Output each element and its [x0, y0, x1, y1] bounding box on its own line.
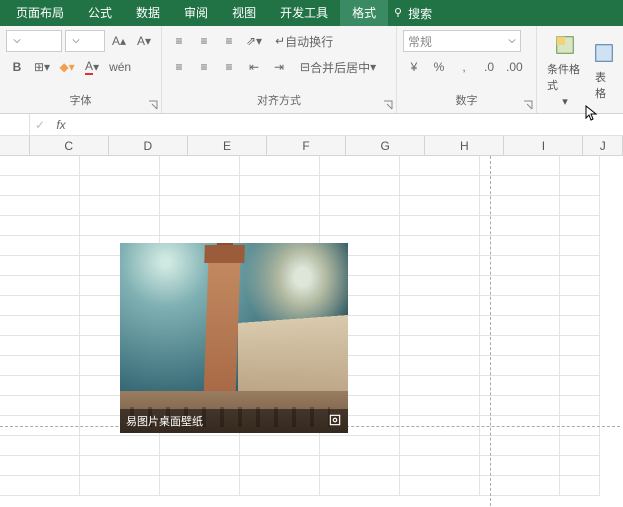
- tab-formula[interactable]: 公式: [76, 0, 124, 26]
- wrap-text-label: 自动换行: [285, 33, 333, 50]
- image-caption: 易图片桌面壁纸: [126, 413, 203, 429]
- formula-bar: ✓ fx: [0, 114, 623, 136]
- align-center-button[interactable]: ≡: [193, 56, 215, 78]
- conditional-format-button[interactable]: 条件格式▾: [543, 30, 587, 112]
- tab-review[interactable]: 审阅: [172, 0, 220, 26]
- number-dialog-launcher[interactable]: [522, 99, 534, 111]
- page-break-vertical: [490, 156, 491, 506]
- col-header[interactable]: E: [188, 136, 267, 155]
- tab-view[interactable]: 视图: [220, 0, 268, 26]
- ribbon-tab-bar: 页面布局 公式 数据 审阅 视图 开发工具 格式 搜索: [0, 0, 623, 26]
- select-all-corner[interactable]: [0, 136, 30, 155]
- increase-indent-button[interactable]: ⇥: [268, 56, 290, 78]
- comma-button[interactable]: ,: [453, 56, 475, 78]
- align-top-button[interactable]: ≡: [168, 30, 190, 52]
- col-header[interactable]: H: [425, 136, 504, 155]
- expand-icon[interactable]: [328, 413, 342, 430]
- align-right-button[interactable]: ≡: [218, 56, 240, 78]
- merge-center-button[interactable]: ⊟ 合并后居中▾: [293, 56, 383, 78]
- col-header[interactable]: J: [583, 136, 623, 155]
- format-table-button[interactable]: 表格: [591, 30, 617, 112]
- tab-format[interactable]: 格式: [340, 0, 388, 26]
- align-bottom-button[interactable]: ≡: [218, 30, 240, 52]
- group-number-label: 数字: [403, 93, 530, 109]
- grid-rows[interactable]: 易图片桌面壁纸: [0, 156, 623, 506]
- decrease-font-button[interactable]: A▾: [133, 30, 155, 52]
- column-headers: C D E F G H I J: [0, 136, 623, 156]
- col-header[interactable]: F: [267, 136, 346, 155]
- font-dialog-launcher[interactable]: [147, 99, 159, 111]
- col-header[interactable]: G: [346, 136, 425, 155]
- search-label: 搜索: [408, 5, 432, 22]
- align-middle-button[interactable]: ≡: [193, 30, 215, 52]
- bold-button[interactable]: B: [6, 56, 28, 78]
- font-size-select[interactable]: [65, 30, 105, 52]
- orientation-button[interactable]: ⇗▾: [243, 30, 265, 52]
- conditional-format-icon: [554, 34, 576, 59]
- decrease-indent-button[interactable]: ⇤: [243, 56, 265, 78]
- number-format-select[interactable]: 常规: [403, 30, 521, 52]
- name-box[interactable]: [0, 114, 30, 136]
- currency-button[interactable]: ¥: [403, 56, 425, 78]
- fill-color-button[interactable]: ◆▾: [56, 56, 78, 78]
- increase-font-button[interactable]: A▴: [108, 30, 130, 52]
- col-header[interactable]: D: [109, 136, 188, 155]
- percent-button[interactable]: %: [428, 56, 450, 78]
- table-icon: [593, 42, 615, 67]
- col-header[interactable]: I: [504, 136, 583, 155]
- number-format-value: 常规: [408, 33, 432, 50]
- align-left-button[interactable]: ≡: [168, 56, 190, 78]
- font-name-select[interactable]: [6, 30, 62, 52]
- border-button[interactable]: ⊞▾: [31, 56, 53, 78]
- tab-devtools[interactable]: 开发工具: [268, 0, 340, 26]
- align-dialog-launcher[interactable]: [382, 99, 394, 111]
- wrap-text-button[interactable]: ↵ 自动换行: [268, 30, 340, 52]
- group-font-label: 字体: [6, 93, 155, 109]
- merge-icon: ⊟: [300, 60, 310, 74]
- image-caption-bar: 易图片桌面壁纸: [120, 409, 348, 433]
- lightbulb-icon: [392, 6, 404, 21]
- increase-decimal-button[interactable]: .0: [478, 56, 500, 78]
- decrease-decimal-button[interactable]: .00: [503, 56, 526, 78]
- group-styles: 条件格式▾ 表格: [537, 26, 623, 113]
- group-font: A▴ A▾ B ⊞▾ ◆▾ A▾ wén 字体: [0, 26, 162, 113]
- formula-input[interactable]: [72, 115, 623, 135]
- merge-label: 合并后居中: [310, 59, 370, 76]
- col-header[interactable]: C: [30, 136, 109, 155]
- phonetic-button[interactable]: wén: [106, 56, 134, 78]
- embedded-image[interactable]: 易图片桌面壁纸: [120, 243, 348, 433]
- download-icon[interactable]: [306, 413, 320, 430]
- tab-pagelayout[interactable]: 页面布局: [4, 0, 76, 26]
- wrap-icon: ↵: [275, 34, 285, 48]
- format-table-label: 表格: [595, 69, 613, 101]
- ribbon: A▴ A▾ B ⊞▾ ◆▾ A▾ wén 字体 ≡ ≡ ≡ ⇗▾ ↵: [0, 26, 623, 114]
- tab-data[interactable]: 数据: [124, 0, 172, 26]
- confirm-icon[interactable]: ✓: [30, 118, 50, 132]
- font-color-button[interactable]: A▾: [81, 56, 103, 78]
- search-box[interactable]: 搜索: [392, 5, 432, 22]
- group-align-label: 对齐方式: [168, 93, 390, 109]
- fx-icon[interactable]: fx: [50, 118, 72, 132]
- group-align: ≡ ≡ ≡ ⇗▾ ↵ 自动换行 ≡ ≡ ≡ ⇤ ⇥ ⊟ 合并后居中▾: [162, 26, 397, 113]
- worksheet-grid: C D E F G H I J 易图片桌面壁纸: [0, 136, 623, 506]
- group-number: 常规 ¥ % , .0 .00 数字: [397, 26, 537, 113]
- conditional-format-label: 条件格式: [547, 61, 583, 93]
